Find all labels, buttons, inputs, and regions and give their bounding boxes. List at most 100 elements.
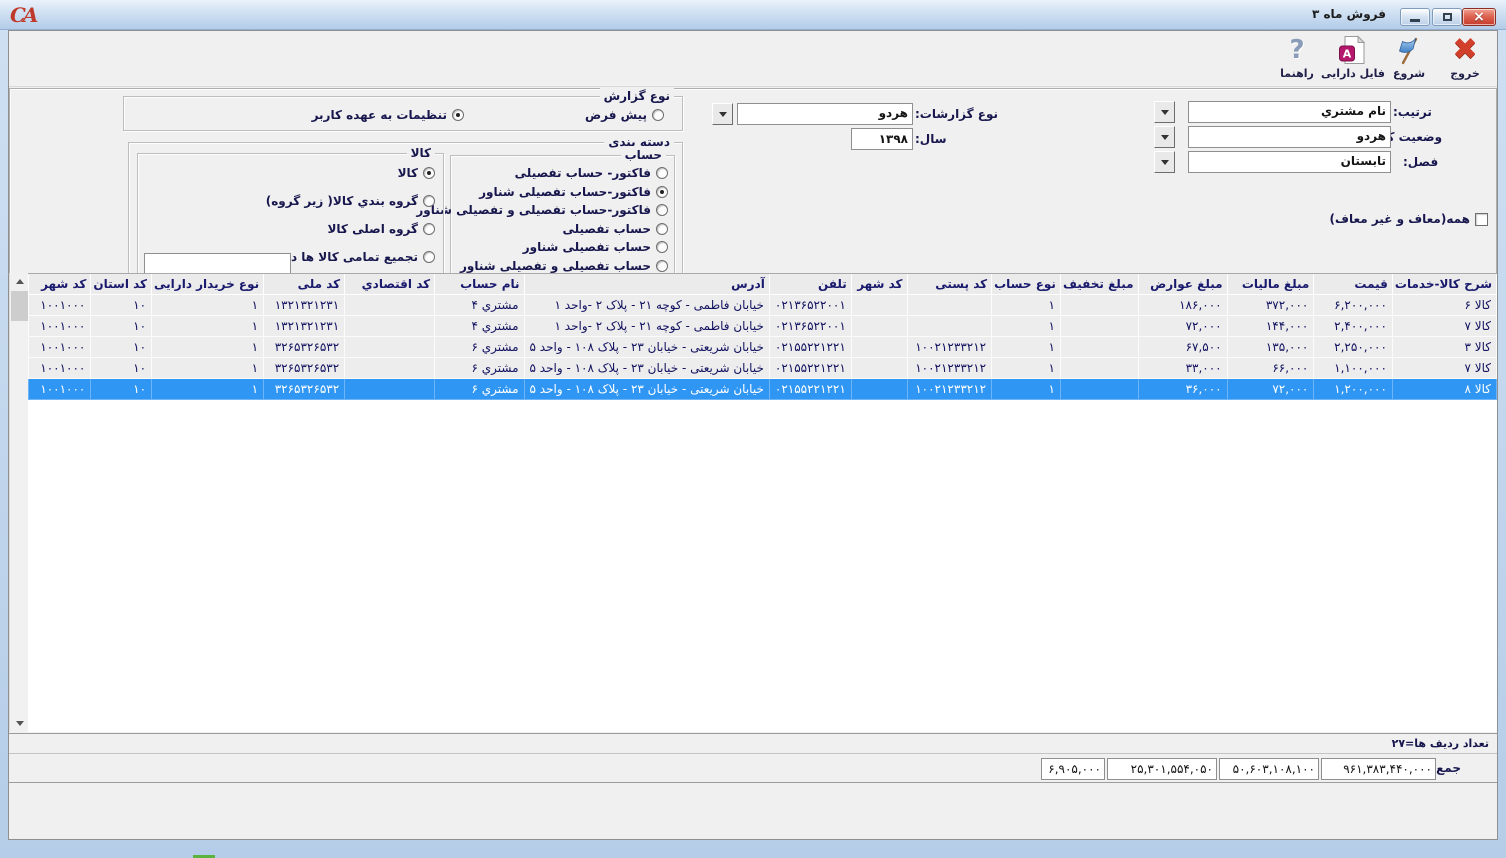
radio-invoice-floating[interactable]: فاکتور-حساب تفصیلی شناور [479, 184, 668, 200]
report-types-combo[interactable]: هردو [737, 103, 913, 125]
table-cell[interactable]: ۱ [992, 357, 1061, 378]
table-cell[interactable]: ۱ [992, 336, 1061, 357]
table-row[interactable]: کالا ۶۶,۲۰۰,۰۰۰۳۷۲,۰۰۰۱۸۶,۰۰۰۱۰۲۱۳۶۵۲۲۰۰… [29, 294, 1497, 315]
table-cell[interactable]: مشتري ۴ [435, 315, 524, 336]
column-header[interactable]: آدرس [524, 274, 769, 294]
column-header[interactable]: قیمت [1314, 274, 1393, 294]
table-cell[interactable]: ۱۴۴,۰۰۰ [1227, 315, 1314, 336]
close-button[interactable]: × [1462, 8, 1496, 26]
table-cell[interactable] [907, 315, 992, 336]
table-cell[interactable]: ۱۰ [91, 315, 152, 336]
table-cell[interactable]: ۱۰۰۲۱۲۳۳۲۱۲ [907, 357, 992, 378]
table-cell[interactable]: ۱,۱۰۰,۰۰۰ [1314, 357, 1393, 378]
column-header[interactable]: مبلغ تخفیف [1060, 274, 1138, 294]
table-cell[interactable]: ۱۰۰۲۱۲۳۳۲۱۲ [907, 336, 992, 357]
table-cell[interactable]: ۱۰ [91, 357, 152, 378]
table-cell[interactable]: ۱۰۰۱۰۰۰ [29, 357, 91, 378]
column-header[interactable]: کد استان [91, 274, 152, 294]
table-cell[interactable]: کالا ۶ [1392, 294, 1496, 315]
control-status-combo[interactable]: هردو [1188, 126, 1391, 148]
table-cell[interactable]: ۷۲,۰۰۰ [1227, 378, 1314, 399]
table-cell[interactable] [907, 294, 992, 315]
column-header[interactable]: مبلغ مالیات [1227, 274, 1314, 294]
table-cell[interactable] [345, 294, 435, 315]
report-types-combo-arrow[interactable] [712, 103, 733, 125]
table-row[interactable]: کالا ۷۲,۴۰۰,۰۰۰۱۴۴,۰۰۰۷۲,۰۰۰۱۰۲۱۳۶۵۲۲۰۰۱… [29, 315, 1497, 336]
table-cell[interactable] [1060, 294, 1138, 315]
radio-icon[interactable] [423, 195, 435, 207]
table-cell[interactable] [851, 378, 907, 399]
table-cell[interactable]: ۰۲۱۳۶۵۲۲۰۰۱ [769, 294, 851, 315]
radio-icon[interactable] [656, 223, 668, 235]
table-cell[interactable]: خیابان شریعتی - خیابان ۲۳ - پلاک ۱۰۸ - و… [524, 357, 769, 378]
season-combo-arrow[interactable] [1154, 151, 1175, 173]
radio-icon[interactable] [656, 204, 668, 216]
radio-invoice-both[interactable]: فاکتور-حساب تفصیلی و تفصیلی شناور [416, 202, 668, 218]
scroll-down-button[interactable] [10, 715, 29, 732]
table-cell[interactable]: ۰۲۱۵۵۲۲۱۲۲۱ [769, 336, 851, 357]
table-cell[interactable]: ۱ [992, 315, 1061, 336]
table-cell[interactable] [1060, 315, 1138, 336]
help-button[interactable]: ? راهنما [1271, 33, 1323, 85]
scroll-up-button[interactable] [10, 273, 29, 290]
radio-icon[interactable] [656, 167, 668, 179]
table-cell[interactable] [345, 336, 435, 357]
year-input[interactable] [851, 128, 913, 150]
column-header[interactable]: کد شهر [851, 274, 907, 294]
table-row[interactable]: کالا ۳۲,۲۵۰,۰۰۰۱۳۵,۰۰۰۶۷,۵۰۰۱۱۰۰۲۱۲۳۳۲۱۲… [29, 336, 1497, 357]
sort-combo-arrow[interactable] [1154, 101, 1175, 123]
column-header[interactable]: کد پستی [907, 274, 992, 294]
table-cell[interactable]: ۳۲۶۵۳۲۶۵۳۲ [264, 378, 345, 399]
vertical-scrollbar[interactable] [9, 273, 28, 732]
exit-button[interactable]: ✖ خروج [1439, 33, 1491, 85]
table-cell[interactable]: ۱۰۰۱۰۰۰ [29, 378, 91, 399]
column-header[interactable]: کد ملی [264, 274, 345, 294]
column-header[interactable]: کد اقتصادي [345, 274, 435, 294]
table-cell[interactable] [851, 357, 907, 378]
radio-merge-goods[interactable]: تجمیع تمامی کالا ها در: [279, 249, 435, 265]
column-header[interactable]: کد شهر [29, 274, 91, 294]
radio-invoice-detailed[interactable]: فاکتور- حساب تفصیلی [515, 165, 668, 181]
table-cell[interactable]: ۱۳۵,۰۰۰ [1227, 336, 1314, 357]
table-cell[interactable]: ۱۳۲۱۳۲۱۲۳۱ [264, 315, 345, 336]
table-cell[interactable]: ۱ [992, 378, 1061, 399]
table-cell[interactable] [345, 315, 435, 336]
radio-icon[interactable] [656, 186, 668, 198]
radio-user-settings[interactable]: تنظیمات به عهده کاربر [312, 107, 464, 123]
radio-icon[interactable] [423, 223, 435, 235]
table-cell[interactable]: ۱,۲۰۰,۰۰۰ [1314, 378, 1393, 399]
radio-icon[interactable] [656, 260, 668, 272]
exempt-all-checkbox-row[interactable]: همه(معاف و غیر معاف) [1330, 212, 1488, 226]
maximize-button[interactable] [1432, 8, 1462, 26]
table-cell[interactable] [345, 357, 435, 378]
radio-icon[interactable] [423, 251, 435, 263]
checkbox-icon[interactable] [1475, 213, 1488, 226]
table-cell[interactable]: ۱۰۰۱۰۰۰ [29, 315, 91, 336]
table-cell[interactable]: ۱۰ [91, 294, 152, 315]
table-cell[interactable]: ۰۲۱۳۶۵۲۲۰۰۱ [769, 315, 851, 336]
table-cell[interactable]: ۱۳۲۱۳۲۱۲۳۱ [264, 294, 345, 315]
table-cell[interactable]: ۲,۴۰۰,۰۰۰ [1314, 315, 1393, 336]
table-cell[interactable]: ۶۷,۵۰۰ [1138, 336, 1227, 357]
table-cell[interactable]: کالا ۳ [1392, 336, 1496, 357]
table-cell[interactable] [1060, 336, 1138, 357]
table-cell[interactable]: مشتري ۶ [435, 378, 524, 399]
radio-goods-subgroup[interactable]: گروه بندي کالا( زیر گروه) [266, 193, 435, 209]
table-cell[interactable] [851, 315, 907, 336]
table-cell[interactable]: کالا ۷ [1392, 357, 1496, 378]
table-row[interactable]: کالا ۷۱,۱۰۰,۰۰۰۶۶,۰۰۰۳۳,۰۰۰۱۱۰۰۲۱۲۳۳۲۱۲۰… [29, 357, 1497, 378]
table-cell[interactable]: خیابان فاطمی - کوچه ۲۱ - پلاک ۲ -واحد ۱ [524, 294, 769, 315]
column-header[interactable]: شرح کالا-خدمات [1392, 274, 1496, 294]
table-cell[interactable]: ۱۰ [91, 378, 152, 399]
table-cell[interactable]: ۰۲۱۵۵۲۲۱۲۲۱ [769, 357, 851, 378]
table-cell[interactable]: خیابان شریعتی - خیابان ۲۳ - پلاک ۱۰۸ - و… [524, 336, 769, 357]
start-button[interactable]: شروع [1383, 33, 1435, 85]
table-cell[interactable]: ۱ [152, 336, 264, 357]
scrollbar-thumb[interactable] [11, 291, 28, 321]
column-header[interactable]: نام حساب [435, 274, 524, 294]
table-cell[interactable]: ۱۸۶,۰۰۰ [1138, 294, 1227, 315]
table-cell[interactable] [851, 294, 907, 315]
radio-goods-maingroup[interactable]: گروه اصلی کالا [327, 221, 435, 237]
table-cell[interactable]: مشتري ۴ [435, 294, 524, 315]
table-cell[interactable]: ۱ [152, 294, 264, 315]
